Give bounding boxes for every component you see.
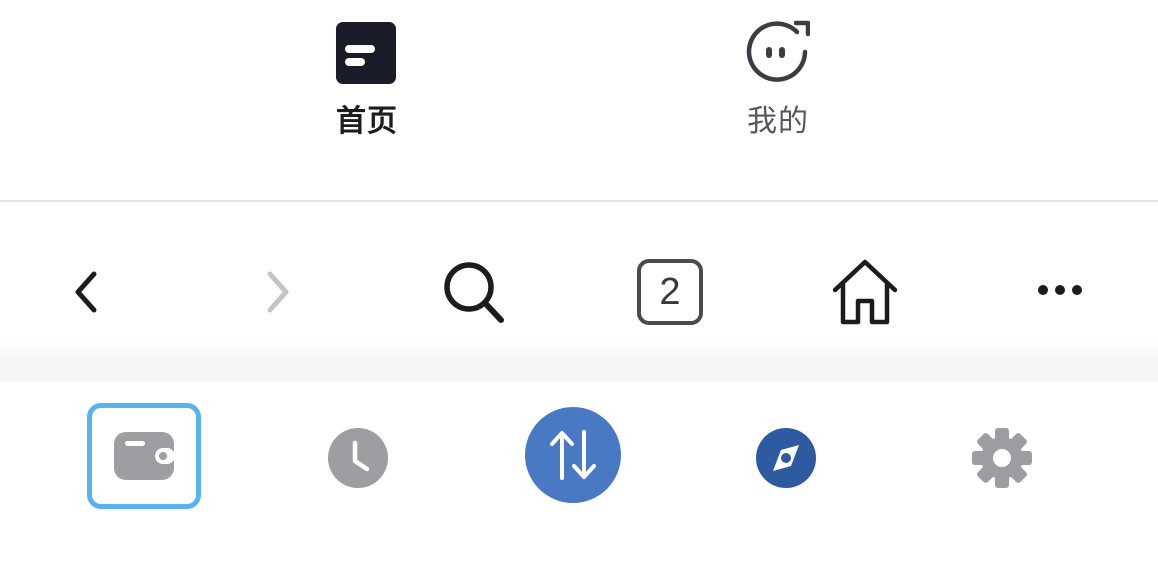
- clock-icon: [328, 428, 388, 488]
- app-tab-bar: 首页 我的: [0, 0, 1158, 200]
- search-icon: [444, 262, 504, 323]
- toolbar-shadow: [0, 340, 1158, 382]
- more-icon: [1038, 285, 1082, 295]
- browser-toolbar: 2: [0, 202, 1158, 342]
- tab-home-label: 首页: [336, 104, 398, 139]
- tab-home[interactable]: 首页: [287, 20, 447, 160]
- tab-count: 2: [637, 259, 703, 325]
- swap-arrows-icon: [525, 407, 621, 503]
- page: 首页 我的 2: [0, 0, 1158, 564]
- home-tab-icon: [336, 22, 396, 84]
- nav-swap[interactable]: [524, 406, 622, 504]
- nav-history[interactable]: [318, 418, 398, 498]
- home-icon: [832, 259, 898, 325]
- profile-face-icon: [746, 20, 810, 82]
- more-button[interactable]: [1020, 252, 1100, 332]
- wallet-bottom-nav: [0, 382, 1158, 564]
- tab-mine-label: 我的: [747, 104, 809, 139]
- nav-settings[interactable]: [962, 418, 1042, 498]
- wallet-icon: [114, 432, 175, 480]
- nav-assets[interactable]: [87, 403, 201, 509]
- search-button[interactable]: [434, 252, 514, 332]
- home-button[interactable]: [825, 252, 905, 332]
- back-button[interactable]: [46, 252, 126, 332]
- nav-discover[interactable]: [746, 418, 826, 498]
- forward-button[interactable]: [238, 252, 318, 332]
- gear-icon: [972, 428, 1032, 488]
- tab-count-button[interactable]: 2: [630, 252, 710, 332]
- forward-arrow-icon: [267, 271, 289, 313]
- back-arrow-icon: [75, 271, 97, 313]
- tab-mine[interactable]: 我的: [698, 20, 858, 160]
- compass-icon: [756, 428, 816, 488]
